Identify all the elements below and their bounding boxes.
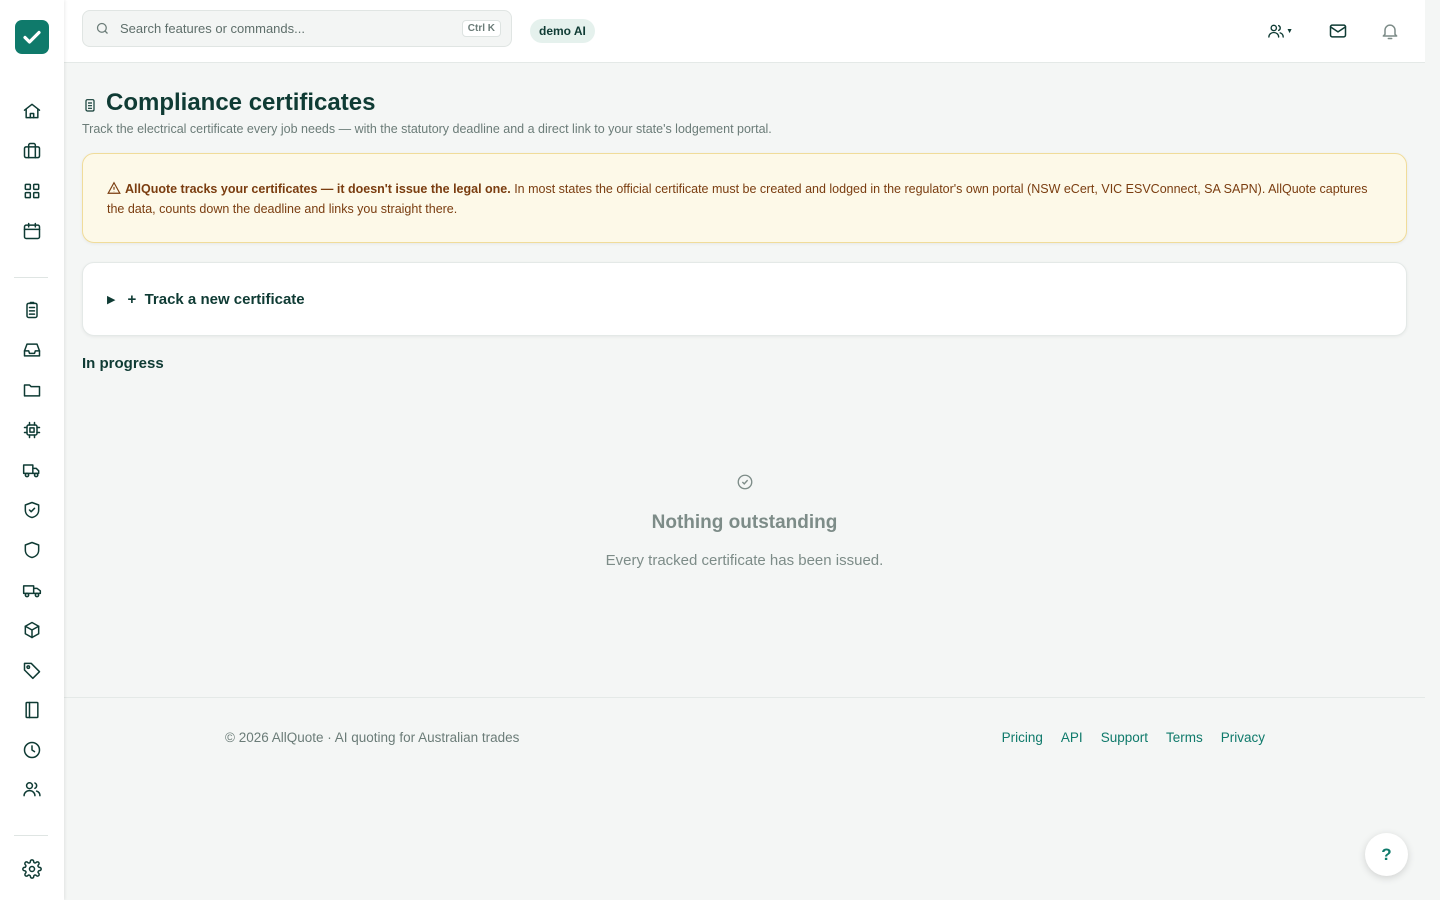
warning-icon [107,181,121,194]
footer-link-support[interactable]: Support [1101,730,1148,745]
book-icon[interactable] [20,698,44,722]
search-input[interactable] [120,21,440,36]
clipboard-icon[interactable] [20,298,44,322]
footer: © 2026 AllQuote · AI quoting for Austral… [64,697,1425,777]
home-icon[interactable] [20,99,44,123]
van-icon[interactable] [20,578,44,602]
track-label: + Track a new certificate [127,290,305,308]
grid-icon[interactable] [20,179,44,203]
page-title: Compliance certificates [106,89,376,116]
empty-state: Nothing outstanding Every tracked certif… [82,473,1407,569]
search-bar[interactable]: Ctrl K [82,10,512,47]
sidebar-divider [14,277,48,278]
sidebar-divider [14,835,48,836]
inbox-icon[interactable] [20,338,44,362]
empty-subtitle: Every tracked certificate has been issue… [605,552,884,569]
page-subtitle: Track the electrical certificate every j… [82,122,772,136]
footer-links: Pricing API Support Terms Privacy [1002,730,1265,745]
empty-title: Nothing outstanding [651,512,838,533]
sidebar [0,0,64,900]
shield-check-icon[interactable] [20,498,44,522]
truck-icon[interactable] [20,458,44,482]
chevron-down-icon: ▼ [1286,27,1293,35]
search-icon [96,22,108,34]
clipboard-icon [85,99,95,112]
warning-banner: AllQuote tracks your certificates — it d… [82,153,1407,243]
footer-link-pricing[interactable]: Pricing [1002,730,1043,745]
footer-link-privacy[interactable]: Privacy [1221,730,1265,745]
chip-icon[interactable] [20,418,44,442]
calendar-icon[interactable] [20,219,44,243]
page-header: Compliance certificates [82,89,375,117]
check-circle-icon [737,474,752,490]
briefcase-icon[interactable] [20,139,44,163]
warning-bold: AllQuote tracks your certificates — it d… [125,182,511,196]
caret-right-icon: ▶ [107,293,116,306]
footer-link-terms[interactable]: Terms [1166,730,1203,745]
top-header: Ctrl K demo AI ▼ [64,0,1425,63]
settings-icon[interactable] [20,857,44,881]
shortcut-hint: Ctrl K [461,20,501,37]
mail-icon[interactable] [1325,19,1351,43]
track-new-certificate-toggle[interactable]: ▶ + Track a new certificate [82,262,1407,336]
shield-icon[interactable] [20,538,44,562]
logo-check-icon[interactable] [15,20,49,54]
bell-icon[interactable] [1377,19,1403,43]
folder-icon[interactable] [20,378,44,402]
demo-badge[interactable]: demo AI [530,19,595,43]
section-heading: In progress [82,355,164,372]
copyright: © 2026 AllQuote · AI quoting for Austral… [225,730,520,745]
box-icon[interactable] [20,618,44,642]
footer-link-api[interactable]: API [1061,730,1083,745]
help-button[interactable]: ? [1365,833,1408,876]
tag-icon[interactable] [20,658,44,682]
clock-icon[interactable] [20,738,44,762]
team-icon[interactable]: ▼ [1267,19,1293,43]
users-icon[interactable] [20,777,44,801]
